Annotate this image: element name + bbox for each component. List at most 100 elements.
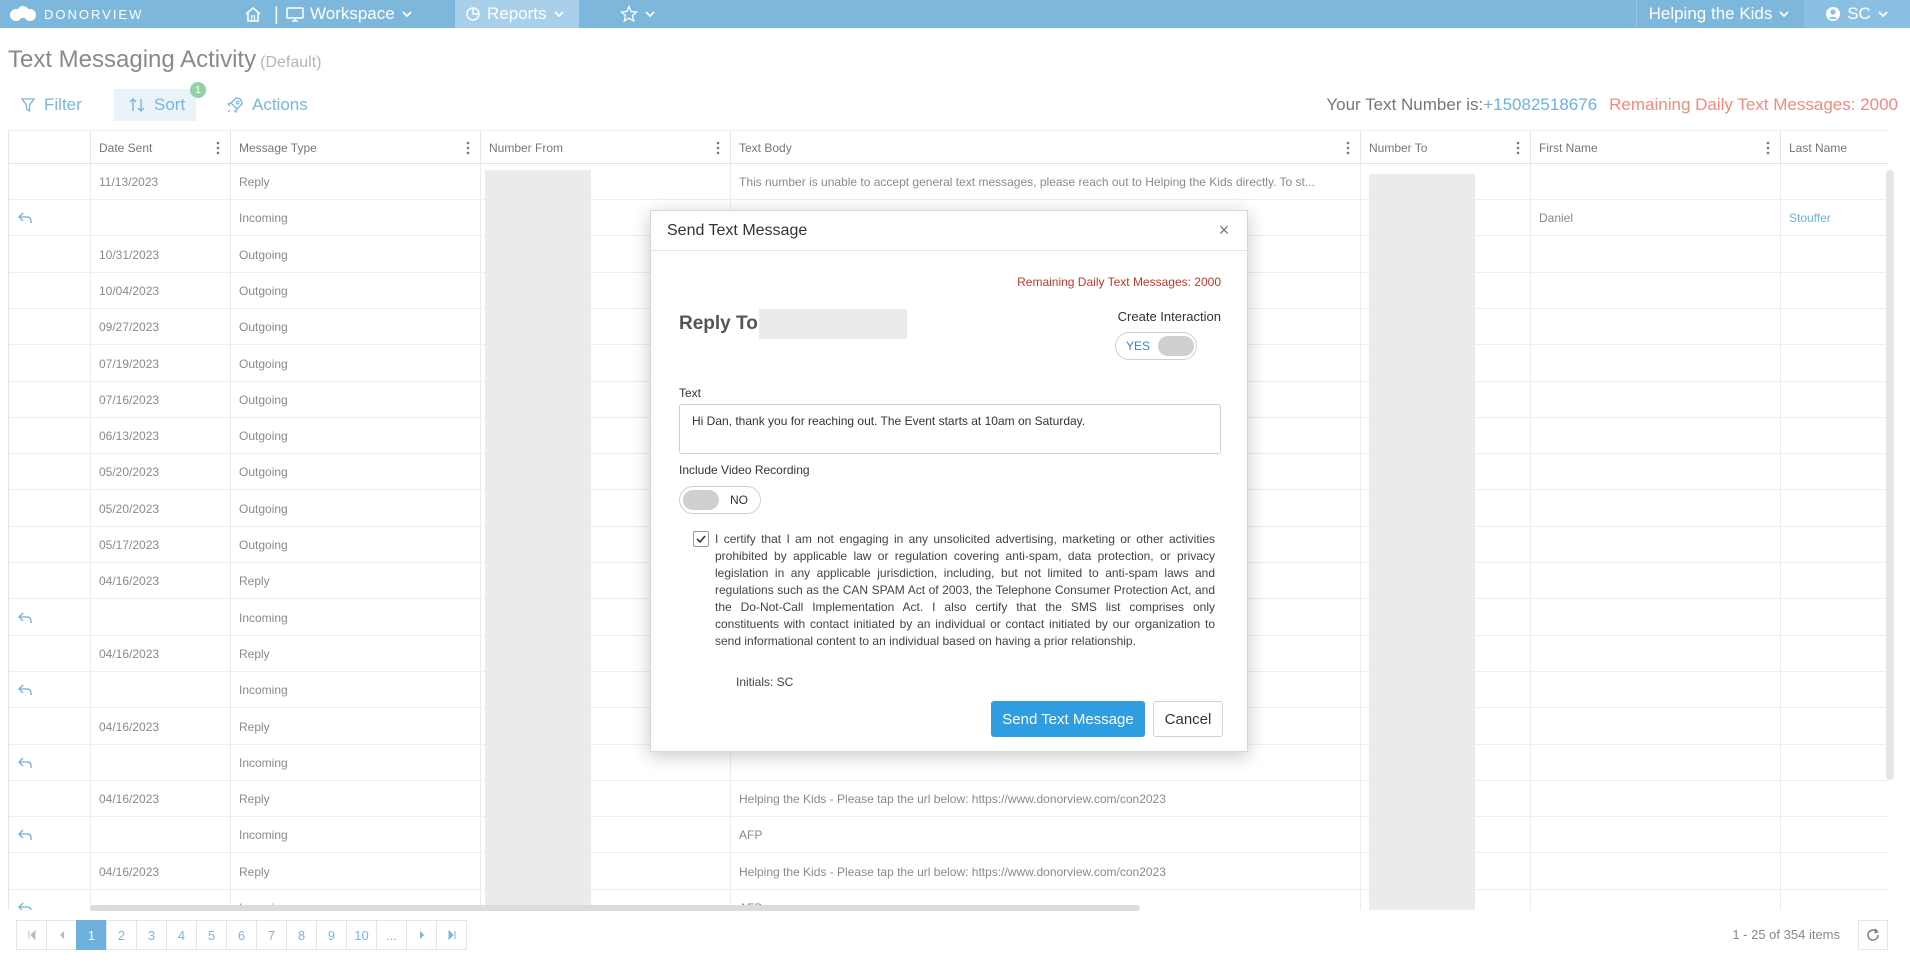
cell-last-name[interactable] bbox=[1781, 346, 1888, 382]
header-label: First Name bbox=[1539, 141, 1598, 155]
cell-last-name[interactable] bbox=[1781, 164, 1888, 200]
table-row[interactable]: 04/16/2023 Reply Helping the Kids - Please… bbox=[9, 781, 1888, 818]
column-menu-icon[interactable] bbox=[466, 141, 470, 155]
cell-last-name[interactable] bbox=[1781, 781, 1888, 817]
refresh-icon bbox=[1867, 928, 1879, 941]
brand[interactable]: DONORVIEW bbox=[8, 4, 143, 24]
pager-info: 1 - 25 of 354 items bbox=[1732, 927, 1840, 942]
cell-last-name[interactable] bbox=[1781, 382, 1888, 418]
header-last-name[interactable]: Last Name bbox=[1781, 131, 1888, 165]
workspace-menu[interactable]: Workspace bbox=[286, 0, 413, 28]
cell-last-name[interactable] bbox=[1781, 273, 1888, 309]
header-number-to[interactable]: Number To bbox=[1361, 131, 1531, 165]
cell-last-name[interactable] bbox=[1781, 563, 1888, 599]
cell-last-name[interactable] bbox=[1781, 890, 1888, 910]
column-menu-icon[interactable] bbox=[716, 141, 720, 155]
cancel-button[interactable]: Cancel bbox=[1153, 701, 1223, 737]
header-date-sent[interactable]: Date Sent bbox=[91, 131, 231, 165]
header-first-name[interactable]: First Name bbox=[1531, 131, 1781, 165]
vertical-scrollbar[interactable] bbox=[1886, 170, 1894, 780]
filter-icon bbox=[20, 98, 36, 113]
cell-last-name[interactable] bbox=[1781, 636, 1888, 672]
reply-icon[interactable] bbox=[17, 901, 33, 910]
create-interaction-toggle[interactable]: YES bbox=[1115, 332, 1197, 360]
table-row[interactable]: Incoming AFP bbox=[9, 817, 1888, 854]
cell-last-name[interactable] bbox=[1781, 454, 1888, 490]
page-8[interactable]: 8 bbox=[286, 920, 317, 950]
cell-last-name[interactable] bbox=[1781, 527, 1888, 563]
actions-button[interactable]: Actions bbox=[226, 92, 308, 118]
cell-last-name[interactable] bbox=[1781, 237, 1888, 273]
close-icon[interactable]: × bbox=[1215, 220, 1233, 240]
certify-checkbox[interactable] bbox=[693, 531, 709, 547]
column-menu-icon[interactable] bbox=[1766, 141, 1770, 155]
cell-first-name bbox=[1531, 854, 1781, 890]
sort-button[interactable]: Sort bbox=[114, 89, 196, 121]
cell-message-type: Reply bbox=[239, 646, 270, 661]
home-button[interactable] bbox=[244, 0, 262, 28]
cell-message-type: Incoming bbox=[239, 610, 288, 625]
cell-first-name bbox=[1531, 527, 1781, 563]
cell-last-name[interactable] bbox=[1781, 854, 1888, 890]
header-number-from[interactable]: Number From bbox=[481, 131, 731, 165]
page-3[interactable]: 3 bbox=[136, 920, 167, 950]
table-row[interactable]: 04/16/2023 Reply Helping the Kids - Please… bbox=[9, 854, 1888, 890]
page-1[interactable]: 1 bbox=[76, 920, 107, 950]
cell-last-name[interactable] bbox=[1781, 309, 1888, 345]
header-label: Number To bbox=[1369, 141, 1428, 155]
toggle-state-label: NO bbox=[730, 493, 748, 507]
cell-last-name[interactable] bbox=[1781, 672, 1888, 708]
cell-first-name bbox=[1531, 636, 1781, 672]
reports-label: Reports bbox=[487, 4, 547, 23]
cell-last-name[interactable] bbox=[1781, 817, 1888, 853]
cell-first-name bbox=[1531, 273, 1781, 309]
user-menu[interactable]: SC bbox=[1804, 0, 1910, 28]
next-page-button[interactable] bbox=[406, 920, 437, 950]
prev-page-icon bbox=[59, 931, 64, 939]
page-2[interactable]: 2 bbox=[106, 920, 137, 950]
filter-button[interactable]: Filter bbox=[20, 92, 82, 118]
last-page-button[interactable] bbox=[436, 920, 467, 950]
column-menu-icon[interactable] bbox=[1346, 141, 1350, 155]
organization-menu[interactable]: Helping the Kids bbox=[1636, 0, 1802, 28]
text-number-value[interactable]: +15082518676 bbox=[1483, 95, 1597, 114]
cell-last-name[interactable] bbox=[1781, 709, 1888, 745]
reply-icon[interactable] bbox=[17, 683, 33, 697]
page-7[interactable]: 7 bbox=[256, 920, 287, 950]
video-recording-toggle[interactable]: NO bbox=[679, 486, 761, 514]
header-actions-column bbox=[9, 131, 91, 165]
send-text-message-button[interactable]: Send Text Message bbox=[991, 701, 1145, 737]
first-page-button[interactable] bbox=[16, 920, 47, 950]
favorites-menu[interactable] bbox=[620, 0, 656, 28]
header-text-body[interactable]: Text Body bbox=[731, 131, 1361, 165]
page-4[interactable]: 4 bbox=[166, 920, 197, 950]
message-textarea[interactable] bbox=[679, 404, 1221, 454]
refresh-button[interactable] bbox=[1858, 920, 1888, 950]
header-message-type[interactable]: Message Type bbox=[231, 131, 481, 165]
prev-page-button[interactable] bbox=[46, 920, 77, 950]
cell-last-name[interactable] bbox=[1781, 745, 1888, 781]
column-menu-icon[interactable] bbox=[216, 141, 220, 155]
page-more[interactable]: ... bbox=[376, 920, 407, 950]
cell-last-name[interactable] bbox=[1781, 418, 1888, 454]
reply-icon[interactable] bbox=[17, 211, 33, 225]
cell-last-name[interactable] bbox=[1781, 491, 1888, 527]
chevron-down-icon bbox=[1878, 11, 1888, 18]
reply-icon[interactable] bbox=[17, 611, 33, 625]
horizontal-scrollbar[interactable] bbox=[90, 905, 1140, 911]
page-9[interactable]: 9 bbox=[316, 920, 347, 950]
table-row[interactable]: 11/13/2023 Reply This number is unable to … bbox=[9, 164, 1888, 200]
reply-icon[interactable] bbox=[17, 828, 33, 842]
cell-last-name[interactable] bbox=[1781, 600, 1888, 636]
cell-first-name bbox=[1531, 890, 1781, 910]
chevron-down-icon bbox=[402, 11, 412, 18]
page-6[interactable]: 6 bbox=[226, 920, 257, 950]
cell-first-name bbox=[1531, 745, 1781, 781]
page-10[interactable]: 10 bbox=[346, 920, 377, 950]
column-menu-icon[interactable] bbox=[1516, 141, 1520, 155]
page-5[interactable]: 5 bbox=[196, 920, 227, 950]
reply-icon[interactable] bbox=[17, 756, 33, 770]
reports-menu[interactable]: Reports bbox=[455, 0, 579, 28]
sort-label: Sort bbox=[154, 95, 186, 114]
cell-last-name[interactable]: Stouffer bbox=[1781, 200, 1888, 236]
